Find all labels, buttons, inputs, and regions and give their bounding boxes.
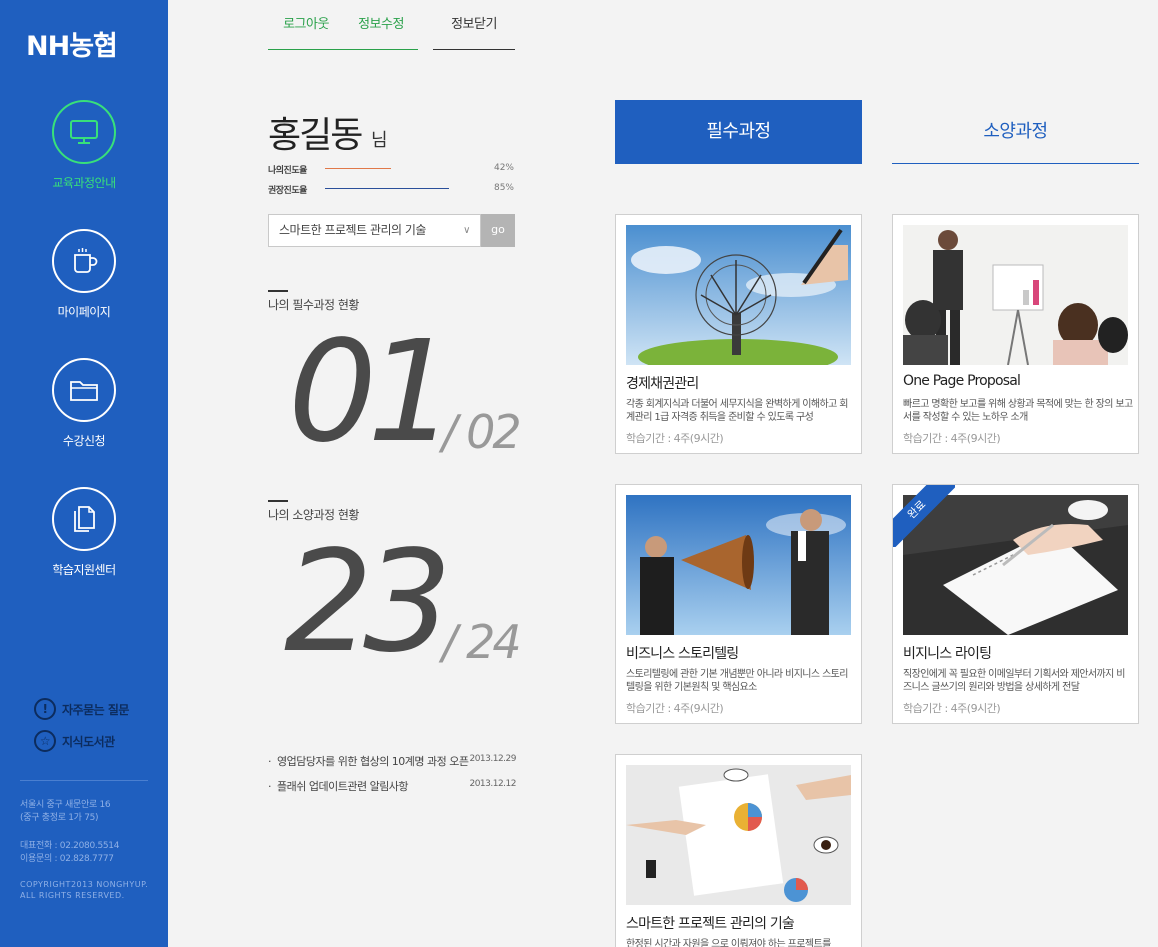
culture-done-count: 23 [284, 521, 452, 684]
course-card[interactable]: One Page Proposal 빠르고 명확한 보고를 위해 상황과 목적에… [892, 214, 1139, 454]
star-icon: ☆ [34, 730, 56, 752]
phone-info: 대표전화 : 02.2080.5514 이용문의 : 02.828.7777 [20, 841, 120, 864]
course-description: 한정된 시간과 자원을 으로 이뤄져야 하는 프로젝트를 [626, 939, 831, 947]
address: 서울시 중구 새문안로 16 (중구 충정로 1가 75) [20, 800, 111, 823]
sidebar-divider [20, 780, 148, 781]
chevron-down-icon: ∨ [463, 225, 470, 236]
my-progress-value: 42% [493, 163, 514, 173]
go-button[interactable]: go [481, 214, 515, 247]
sidebar: NH농협 교육과정안내 마이페이지 수강신청 학습지원센터 ! 자주묻는 질문 … [0, 0, 168, 947]
status-dash [268, 290, 288, 292]
user-name: 홍길동 [268, 115, 363, 156]
completed-badge: 완료 [893, 485, 955, 547]
course-title: 비즈니스 스토리텔링 [626, 646, 739, 662]
course-select-value: 스마트한 프로젝트 관리의 기술 [279, 223, 426, 237]
tree-drawing-image [626, 225, 851, 365]
bullet: · [268, 755, 277, 768]
copyright: COPYRIGHT2013 NONGHYUP. ALL RIGHTS RESER… [20, 880, 149, 900]
tab-culture-courses[interactable]: 소양과정 [892, 100, 1139, 164]
recommended-progress-label: 권장진도율 [268, 186, 307, 196]
course-description: 각종 회계지식과 더불어 세무지식을 완벽하게 이해하고 회계관리 1급 자격증… [626, 399, 848, 423]
notice-title: 플래쉬 업데이트관련 알림사항 [277, 780, 409, 793]
charts-meeting-image [626, 765, 851, 905]
status-dash [268, 500, 288, 502]
recommended-progress-bar [325, 188, 449, 189]
notice-title: 영업담당자를 위한 협상의 10계명 과정 오픈 [277, 755, 469, 768]
course-card[interactable]: 스마트한 프로젝트 관리의 기술 한정된 시간과 자원을 으로 이뤄져야 하는 … [615, 754, 862, 947]
course-period: 학습기간 : 4주(9시간) [903, 432, 1001, 445]
megaphone-businessmen-image [626, 495, 851, 635]
culture-total-count: / 24 [442, 615, 522, 669]
close-info-link[interactable]: 정보닫기 [433, 0, 515, 50]
my-progress-bar [325, 168, 391, 169]
exclamation-icon: ! [34, 698, 56, 720]
nav-label: 학습지원센터 [52, 563, 116, 577]
course-card[interactable]: 경제채권관리 각종 회계지식과 더불어 세무지식을 완벽하게 이해하고 회계관리… [615, 214, 862, 454]
course-title: 스마트한 프로젝트 관리의 기술 [626, 916, 795, 932]
course-card[interactable]: 완료 비지니스 라이팅 직장인에게 꼭 필요한 이메일부터 기획서와 제안서까지… [892, 484, 1139, 724]
course-period: 학습기간 : 4주(9시간) [903, 702, 1001, 715]
knowledge-library-label: 지식도서관 [62, 734, 115, 749]
faq-link[interactable]: ! 자주묻는 질문 [34, 698, 129, 720]
course-description: 스토리텔링에 관한 기본 개념뿐만 아니라 비지니스 스토리텔링을 위한 기본원… [626, 669, 848, 693]
course-period: 학습기간 : 4주(9시간) [626, 702, 724, 715]
nav-item-enrollment[interactable]: 수강신청 [0, 358, 168, 449]
cup-icon [52, 229, 116, 293]
tab-required-courses[interactable]: 필수과정 [615, 100, 862, 164]
nav-label: 마이페이지 [57, 305, 111, 319]
course-title: 비지니스 라이팅 [903, 646, 992, 662]
notice-item[interactable]: · 영업담당자를 위한 협상의 10계명 과정 오픈 2013.12.29 [268, 753, 516, 769]
course-select[interactable]: 스마트한 프로젝트 관리의 기술 ∨ [268, 214, 481, 247]
nh-logo[interactable]: NH농협 [26, 24, 118, 63]
course-period: 학습기간 : 4주(9시간) [626, 432, 724, 445]
user-name-suffix: 님 [371, 130, 388, 151]
course-card[interactable]: 비즈니스 스토리텔링 스토리텔링에 관한 기본 개념뿐만 아니라 비지니스 스토… [615, 484, 862, 724]
bullet: · [268, 780, 277, 793]
nav-label: 교육과정안내 [52, 176, 116, 190]
notice-date: 2013.12.12 [469, 779, 516, 789]
faq-label: 자주묻는 질문 [62, 702, 129, 717]
course-title: 경제채권관리 [626, 376, 699, 392]
notice-item[interactable]: · 플래쉬 업데이트관련 알림사항 2013.12.12 [268, 778, 516, 794]
recommended-progress-value: 85% [493, 183, 514, 193]
required-done-count: 01 [288, 311, 456, 474]
nav-label: 수강신청 [62, 434, 106, 448]
course-title: One Page Proposal [903, 373, 1021, 389]
monitor-icon [52, 100, 116, 164]
document-icon [52, 487, 116, 551]
presentation-meeting-image [903, 225, 1128, 365]
nav-item-mypage[interactable]: 마이페이지 [0, 229, 168, 320]
my-progress-label: 나의진도율 [268, 166, 307, 176]
folder-icon [52, 358, 116, 422]
required-total-count: / 02 [442, 405, 522, 459]
course-description: 빠르고 명확한 보고를 위해 상황과 목적에 맞는 한 장의 보고서를 작성할 … [903, 399, 1133, 423]
knowledge-library-link[interactable]: ☆ 지식도서관 [34, 730, 115, 752]
edit-info-link[interactable]: 정보수정 [352, 0, 410, 50]
nav-item-course-guide[interactable]: 교육과정안내 [0, 100, 168, 191]
course-description: 직장인에게 꼭 필요한 이메일부터 기획서와 제안서까지 비즈니스 글쓰기의 원… [903, 669, 1125, 693]
notice-date: 2013.12.29 [469, 754, 516, 764]
logout-link[interactable]: 로그아웃 [276, 0, 336, 50]
nav-item-learning-support[interactable]: 학습지원센터 [0, 487, 168, 578]
